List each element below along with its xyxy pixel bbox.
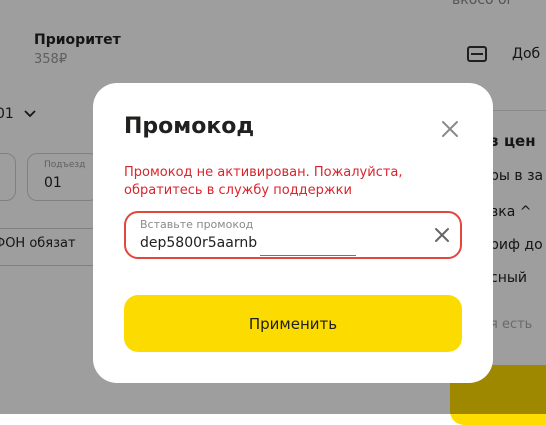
promo-code-modal: Промокод Промокод не активирован. Пожалу… xyxy=(93,83,493,383)
field-underline xyxy=(260,254,356,256)
error-message: Промокод не активирован. Пожалуйста, обр… xyxy=(124,165,403,198)
close-button[interactable] xyxy=(439,118,461,140)
close-icon xyxy=(442,121,458,137)
apply-button[interactable]: Применить xyxy=(124,295,462,352)
promo-code-field[interactable]: Вставьте промокод xyxy=(124,211,462,259)
promo-code-input[interactable] xyxy=(140,233,260,253)
modal-title: Промокод xyxy=(124,114,255,139)
clear-icon xyxy=(435,228,449,242)
promo-code-label: Вставьте промокод xyxy=(140,218,254,231)
clear-button[interactable] xyxy=(432,225,452,245)
